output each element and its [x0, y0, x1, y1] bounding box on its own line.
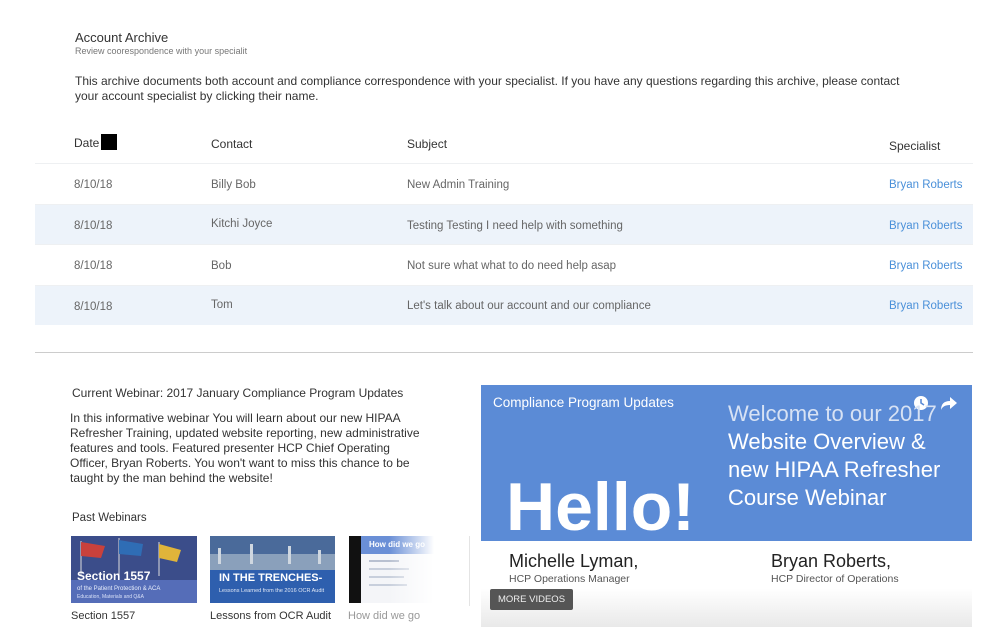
thumb-title: Section 1557 — [77, 569, 151, 583]
thumb-title: IN THE TRENCHES- — [219, 572, 323, 584]
table-row: 8/10/18 Billy Bob New Admin Training Bry… — [35, 163, 973, 204]
row-date: 8/10/18 — [74, 300, 113, 313]
thumb-subtitle: Lessons Learned from the 2016 OCR Audit — [219, 588, 325, 594]
welcome-line-2: Website Overview & — [728, 429, 926, 454]
row-subject: Testing Testing I need help with somethi… — [407, 219, 623, 232]
sort-icon[interactable] — [101, 134, 118, 150]
specialist-link[interactable]: Bryan Roberts — [889, 300, 963, 312]
row-contact: Kitchi Joyce — [211, 217, 273, 230]
specialist-link[interactable]: Bryan Roberts — [889, 260, 963, 272]
row-subject: New Admin Training — [407, 179, 510, 191]
video-player[interactable]: Compliance Program Updates Welcome to ou… — [481, 385, 972, 627]
row-contact: Tom — [211, 298, 233, 311]
past-webinar-label[interactable]: Lessons from OCR Audit — [210, 610, 331, 622]
thumb-dark-bar — [349, 536, 361, 603]
row-subject: Not sure what what to do need help asap — [407, 260, 617, 272]
table-row: 8/10/18 Bob Not sure what what to do nee… — [35, 244, 973, 285]
table-row: 8/10/18 Kitchi Joyce Testing Testing I n… — [35, 203, 973, 244]
presenter-1-name: Michelle Lyman, — [509, 551, 639, 571]
welcome-line-3: new HIPAA Refresher — [728, 457, 941, 482]
presenter-2-role: HCP Director of Operations — [771, 573, 899, 585]
section-divider — [35, 352, 973, 353]
specialist-link[interactable]: Bryan Roberts — [889, 179, 963, 191]
row-contact: Bob — [211, 260, 232, 272]
thumb-fade — [389, 536, 434, 603]
column-header-subject: Subject — [407, 137, 448, 151]
row-date: 8/10/18 — [74, 260, 113, 272]
welcome-text: Welcome to our 2017 Website Overview & n… — [728, 400, 940, 512]
video-title: Compliance Program Updates — [493, 395, 674, 410]
specialist-link[interactable]: Bryan Roberts — [889, 220, 963, 232]
past-webinars-heading: Past Webinars — [72, 512, 147, 524]
past-webinar-thumb-ocr-audit[interactable]: IN THE TRENCHES- Lessons Learned from th… — [210, 536, 335, 603]
presenter-2-name: Bryan Roberts, — [771, 551, 892, 571]
thumb-subtitle: of the Patient Protection & ACA — [77, 586, 161, 592]
thumb-subtitle-2: Education, Materials and Q&A — [77, 594, 144, 600]
current-webinar-description: In this informative webinar You will lea… — [70, 411, 420, 485]
carousel-divider — [469, 536, 470, 606]
row-date: 8/10/18 — [74, 219, 113, 232]
column-header-date-label: Date — [74, 136, 100, 151]
share-icon[interactable] — [940, 395, 958, 411]
welcome-line-1: Welcome to our 2017 — [728, 401, 937, 426]
past-webinar-thumb-how-did-we-go[interactable]: How did we go — [349, 536, 434, 603]
current-webinar-title: Current Webinar: 2017 January Compliance… — [72, 386, 404, 400]
page-title: Account Archive — [75, 30, 169, 45]
row-subject: Let's talk about our account and our com… — [407, 299, 651, 312]
column-header-date[interactable]: Date — [74, 134, 118, 152]
column-header-specialist: Specialist — [889, 139, 941, 153]
archive-description: This archive documents both account and … — [75, 74, 900, 103]
hello-text: Hello! — [506, 473, 695, 541]
table-row: 8/10/18 Tom Let's talk about our account… — [35, 284, 973, 325]
past-webinar-label[interactable]: Section 1557 — [71, 610, 135, 622]
welcome-line-4: Course Webinar — [728, 485, 887, 510]
archive-table: 8/10/18 Billy Bob New Admin Training Bry… — [35, 163, 973, 325]
past-webinar-label[interactable]: How did we go — [348, 610, 434, 622]
page-subtitle: Review coorespondence with your speciali… — [75, 46, 248, 56]
row-contact: Billy Bob — [211, 179, 256, 191]
column-header-contact: Contact — [211, 137, 253, 151]
presenter-1-role: HCP Operations Manager — [509, 573, 630, 585]
past-webinar-thumb-section-1557[interactable]: Section 1557 of the Patient Protection &… — [71, 536, 197, 603]
row-date: 8/10/18 — [74, 179, 113, 191]
more-videos-button[interactable]: MORE VIDEOS — [490, 589, 574, 610]
